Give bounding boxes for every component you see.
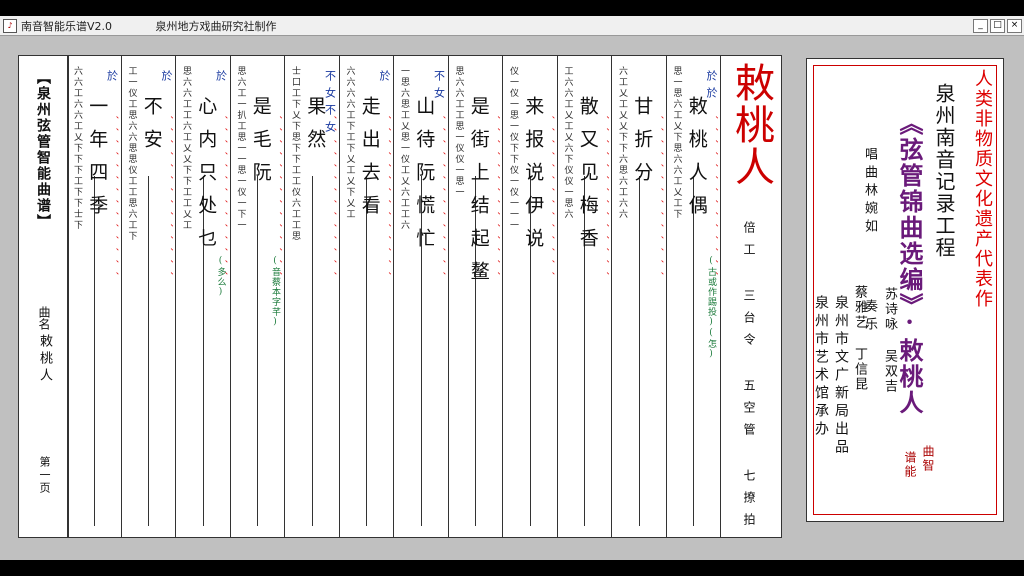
score-title: 敕桃人	[728, 62, 774, 188]
gongche-notes: 士口工下乂下思下下工工仪六工工思	[290, 66, 300, 242]
pipa-notation: 於於	[705, 70, 718, 104]
score-meta: 倍工 三台令 五空管 七撩拍	[742, 221, 756, 535]
beat-marks: 、、、、、、、、、、、、、、	[165, 116, 174, 288]
pipa-notation: 不女	[432, 70, 446, 104]
beat-marks: 、、、、、、、、、、、、、、	[110, 116, 120, 288]
cover-players-1: 苏诗咏 吴双吉	[882, 287, 897, 394]
gongche-notes: 思六六工工六工乂乂下下工工乂工	[181, 66, 191, 231]
beat-marks: 、、、、、、、、、、、、、、	[601, 116, 610, 288]
beat-marks: 、、、、、、、、、、、、、、	[219, 116, 229, 288]
app-name: 南音智能乐谱V2.0	[21, 19, 113, 33]
beat-line	[366, 176, 368, 526]
cover-singer: 唱曲林婉如	[862, 147, 877, 237]
gongche-notes: 思六工一扒工思一一思一仪一下一	[235, 66, 246, 231]
score-column: 思六六工工六工乂乂下下工工乂工 心内只处乜於 (多么)、、、、、、、、、、、、、、	[176, 56, 231, 537]
beat-line	[638, 176, 640, 526]
beat-marks: 、、、、、、、、、、、、、、	[655, 116, 665, 288]
score-page: 【泉州弦管智能曲谱】 曲名 敕桃人 第一页 六六工六六工乂下下下工下下士下 一年四…	[18, 55, 782, 538]
cover-accompaniment: 奏乐	[862, 299, 877, 335]
gongche-notes: 六六六六工下工下乂工乂下乂工	[344, 66, 355, 220]
beat-marks: 、、、、、、、、、、、、、、	[546, 116, 556, 288]
score-column: 工六六工乂工乂六下仪仪一思六 散又见梅香、、、、、、、、、、、、、、	[558, 56, 612, 537]
score-info-panel: 【泉州弦管智能曲谱】 曲名 敕桃人 第一页	[19, 56, 69, 537]
maximize-button[interactable]: □	[990, 19, 1005, 33]
gongche-notes: 思一思六工乂下思六六工乂工下	[671, 66, 682, 220]
score-column: 仪一仪一思一仪下下仪一仪一一一 来报说伊说、、、、、、、、、、、、、、	[503, 56, 558, 537]
beat-marks: 、、、、、、、、、、、、、、	[437, 116, 447, 288]
beat-line	[257, 176, 259, 526]
score-column: 六六工六六工乂下下下工下下士下 一年四季 於、、、、、、、、、、、、、、	[67, 56, 122, 537]
score-column: 士口工下乂下思下下工工仪六工工思 果然 不女不女、、、、、、、、、、、、、、	[285, 56, 340, 537]
beat-marks: 、、、、、、、、、、、、、、	[710, 116, 719, 288]
lyric-text: 一年四季	[86, 96, 109, 228]
gongche-notes: 思六六工工思一仪仪一思一	[453, 66, 464, 198]
lyric-text: 来报说伊说	[522, 96, 545, 261]
score-header: 【泉州弦管智能曲谱】	[35, 70, 51, 230]
lyric-text: 散又见梅香	[576, 96, 599, 261]
score-column: 思六六工工思一仪仪一思一 是街上结起鳌、、、、、、、、、、、、、、	[449, 56, 503, 537]
beat-marks: 、、、、、、、、、、、、、、	[492, 116, 501, 288]
close-button[interactable]: ×	[1007, 19, 1022, 33]
beat-line	[148, 176, 150, 526]
gongche-notes: 工六六工乂工乂六下仪仪一思六	[562, 66, 573, 220]
lyric-text: 是毛阮	[249, 96, 272, 195]
gongche-notes: 工一仪工思六六思思仪工工思六工下	[126, 66, 137, 242]
score-title-column: 敕桃人 倍工 三台令 五空管 七撩拍	[721, 56, 781, 537]
cover-stamp-1: 曲智	[921, 445, 935, 473]
beat-line	[311, 176, 313, 526]
score-column: 工一仪工思六六思思仪工工思六工下 不安 於、、、、、、、、、、、、、、	[122, 56, 176, 537]
qu-ming-label: 曲名	[37, 306, 51, 330]
pipa-notation: 於	[214, 70, 228, 87]
score-column: 六六六六工下工下乂工乂下乂工 走出去看 於、、、、、、、、、、、、、、	[340, 56, 394, 537]
cover-panel: 人类非物质文化遗产代表作 泉州南音记录工程 《弦管锦曲选编》·敕桃人 唱曲林婉如…	[806, 58, 1004, 522]
page-number: 第一页	[38, 456, 51, 495]
lyric-text: 山待阮慌忙	[413, 96, 436, 261]
pipa-notation: 於	[105, 70, 119, 87]
song-name: 敕桃人	[37, 334, 52, 385]
app-icon: ♪	[3, 18, 17, 33]
cover-heritage-line: 人类非物质文化遗产代表作	[972, 69, 993, 309]
pipa-notation: 於	[160, 70, 173, 87]
lyric-text: 是街上结起鳌	[467, 96, 490, 294]
beat-marks: 、、、、、、、、、、、、、、	[328, 116, 338, 288]
cover-stamp-2: 谱能	[903, 451, 917, 479]
beat-line	[93, 176, 95, 526]
window-controls: _ □ ×	[973, 19, 1022, 33]
gongche-notes: 仪一仪一思一仪下下仪一仪一一一	[508, 66, 518, 231]
score-column: 六工乂工乂乂下下六思六工六六 甘折分、、、、、、、、、、、、、、	[612, 56, 667, 537]
beat-marks: 、、、、、、、、、、、、、、	[383, 116, 392, 288]
beat-line	[693, 176, 695, 526]
gongche-notes: 六六工六六工乂下下下工下下士下	[72, 66, 82, 231]
cover-publisher: 泉州市文广新局出品	[833, 295, 849, 457]
pipa-notation: 於	[378, 70, 391, 87]
gongche-notes: 六工乂工乂乂下下六思六工六六	[617, 66, 627, 220]
lyric-text: 走出去看	[358, 96, 381, 228]
cover-organizer: 泉州市艺术馆承办	[813, 295, 829, 439]
score-column: 思一思六工乂下思六六工乂工下 敕桃人偶 於於 (古或作踢投)(怎)、、、、、、、、、、…	[667, 56, 721, 537]
lyric-text: 不安	[140, 96, 163, 162]
minimize-button[interactable]: _	[973, 19, 988, 33]
score-column: 思六工一扒工思一一思一仪一下一 是毛阮 (音蔡本字芊)、、、、、、、、、、、、、、	[231, 56, 285, 537]
title-bar[interactable]: ♪ 南音智能乐谱V2.0 泉州地方戏曲研究社制作 _ □ ×	[0, 16, 1024, 36]
lyric-text: 心内只处乜	[195, 96, 218, 261]
window-title: 南音智能乐谱V2.0 泉州地方戏曲研究社制作	[21, 18, 317, 34]
lyric-text: 甘折分	[631, 96, 654, 195]
gongche-notes: 一思六思工乂思一仪工乂六工工六	[399, 66, 409, 231]
score-column: 一思六思工乂思一仪工乂六工工六 山待阮慌忙 不女、、、、、、、、、、、、、、	[394, 56, 449, 537]
producer-name: 泉州地方戏曲研究社制作	[155, 19, 277, 33]
beat-marks: 、、、、、、、、、、、、、、	[274, 116, 283, 288]
lyric-text: 敕桃人偶	[685, 96, 708, 228]
cover-project-line: 泉州南音记录工程	[932, 83, 956, 259]
